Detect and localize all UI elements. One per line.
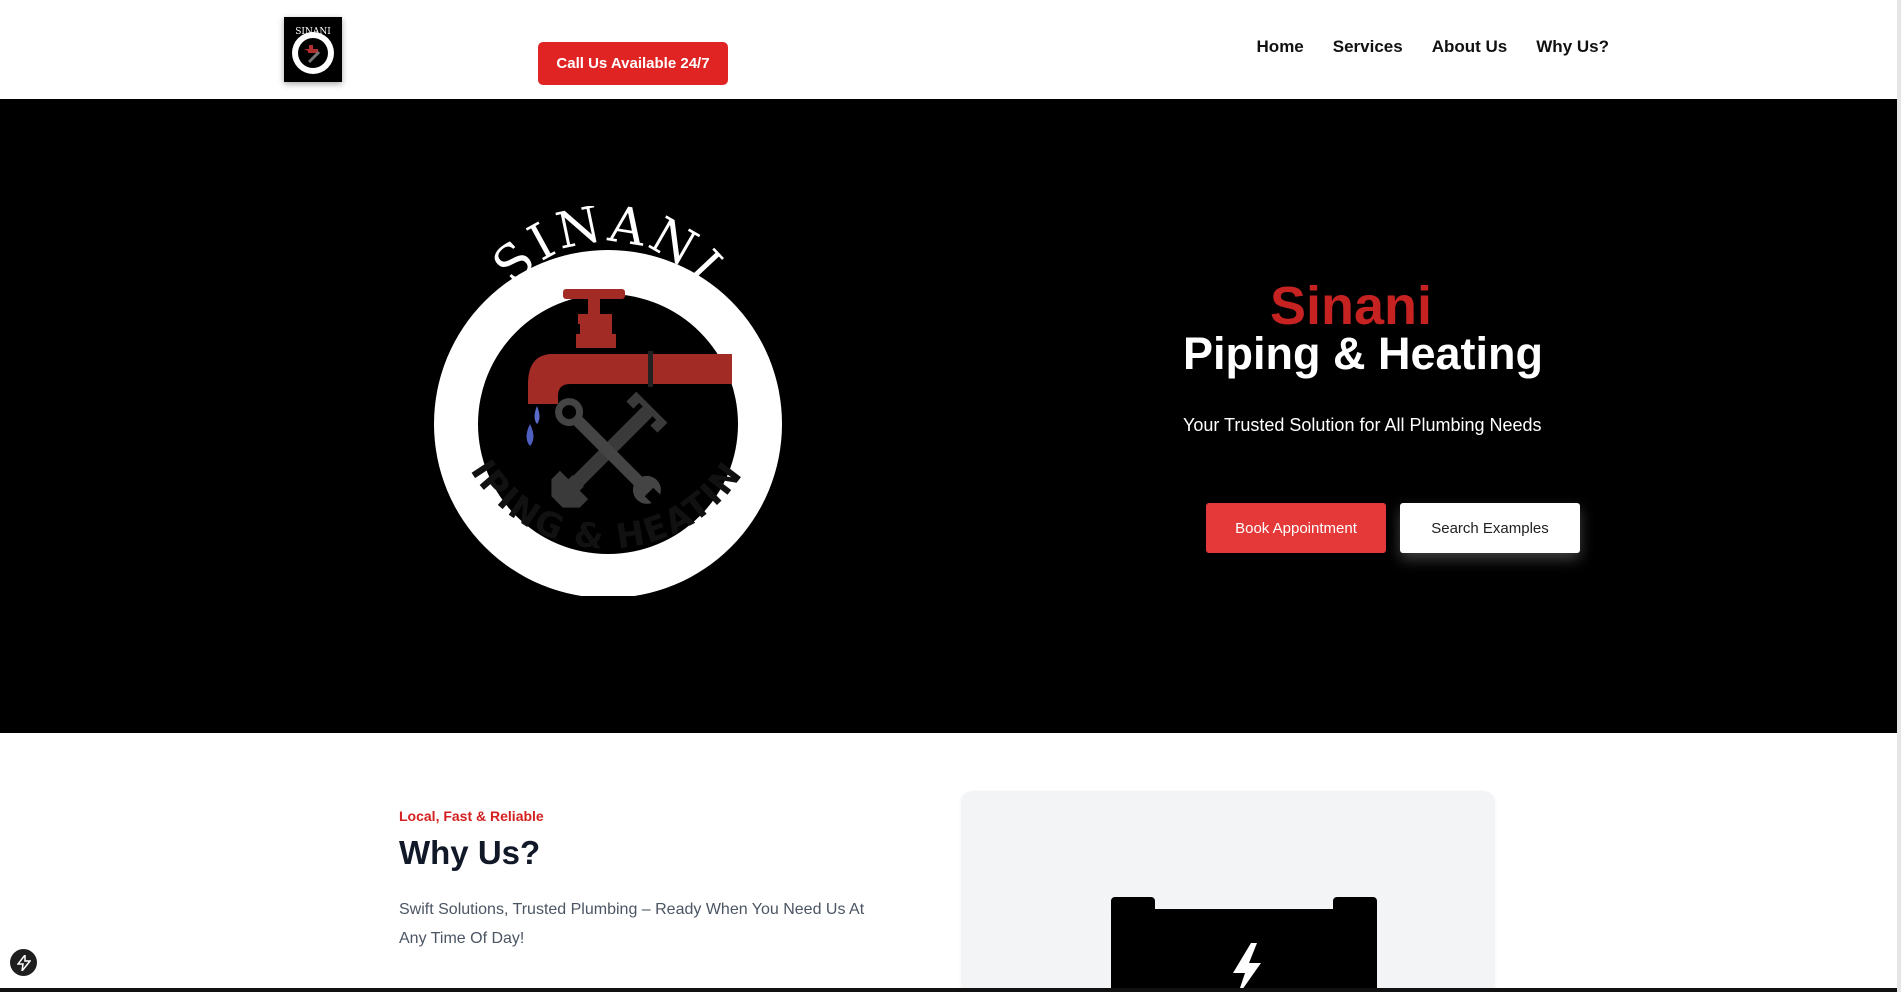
nav-about-us[interactable]: About Us bbox=[1432, 37, 1508, 57]
main-nav: Home Services About Us Why Us? bbox=[1257, 37, 1609, 57]
nav-home[interactable]: Home bbox=[1257, 37, 1304, 57]
lightning-badge-icon[interactable] bbox=[10, 949, 37, 976]
svg-text:SINANI: SINANI bbox=[295, 27, 331, 37]
hero-logo: SINANI PIPING & HEATING bbox=[430, 206, 785, 596]
why-us-body: Swift Solutions, Trusted Plumbing – Read… bbox=[399, 901, 865, 947]
bolt-icon bbox=[16, 954, 31, 971]
hero-title-brand: Sinani bbox=[1270, 276, 1433, 336]
why-us-section: Local, Fast & Reliable Why Us? Swift Sol… bbox=[0, 733, 1897, 992]
hero-logo-image: SINANI PIPING & HEATING bbox=[430, 206, 782, 596]
scrollbar-track[interactable] bbox=[1897, 0, 1901, 992]
book-appointment-button[interactable]: Book Appointment bbox=[1206, 503, 1386, 553]
hero-buttons: Book Appointment Search Examples bbox=[1206, 503, 1580, 553]
nav-services[interactable]: Services bbox=[1333, 37, 1403, 57]
hero-subtitle: Your Trusted Solution for All Plumbing N… bbox=[1183, 415, 1542, 435]
hero-text-block: Sinani Piping & Heating Your Trusted Sol… bbox=[1183, 279, 1643, 436]
call-us-button[interactable]: Call Us Available 24/7 bbox=[538, 42, 728, 85]
why-us-heading: Why Us? bbox=[399, 834, 541, 871]
hero-section: SINANI PIPING & HEATING bbox=[0, 99, 1897, 733]
logo-icon: SINANI bbox=[284, 17, 342, 82]
why-us-eyebrow: Local, Fast & Reliable bbox=[399, 808, 544, 824]
nav-why-us[interactable]: Why Us? bbox=[1536, 37, 1609, 57]
bottom-divider bbox=[0, 988, 1897, 992]
site-header: SINANI Call Us Available 24/7 Home Servi… bbox=[0, 0, 1901, 99]
page: SINANI Call Us Available 24/7 Home Servi… bbox=[0, 0, 1901, 992]
header-logo[interactable]: SINANI bbox=[284, 17, 342, 82]
search-examples-button[interactable]: Search Examples bbox=[1400, 503, 1580, 553]
why-us-card bbox=[961, 791, 1495, 992]
hero-title-service: Piping & Heating bbox=[1183, 328, 1543, 379]
battery-bolt-icon bbox=[1111, 897, 1377, 992]
